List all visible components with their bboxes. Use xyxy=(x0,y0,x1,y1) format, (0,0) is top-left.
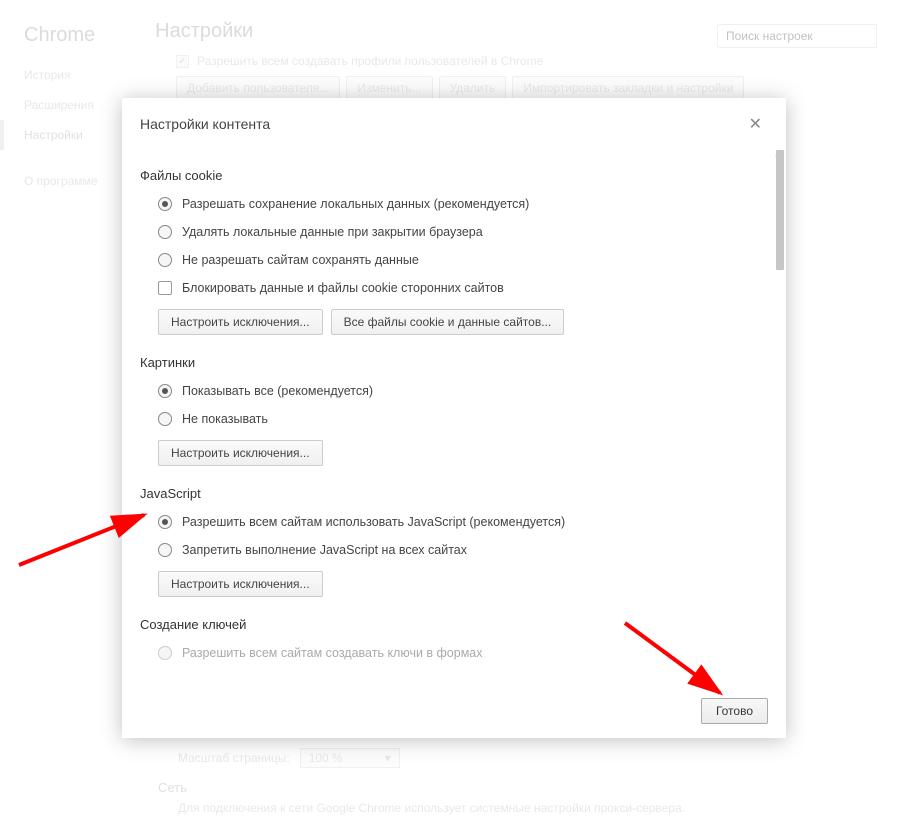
javascript-exceptions-button[interactable]: Настроить исключения... xyxy=(158,571,323,597)
cookies-opt-block[interactable]: Не разрешать сайтам сохранять данные xyxy=(158,253,754,267)
section-images: Картинки Показывать все (рекомендуется) … xyxy=(140,355,754,466)
images-exceptions-button[interactable]: Настроить исключения... xyxy=(158,440,323,466)
scroll-down-icon[interactable]: ▾ xyxy=(772,686,784,688)
checkbox-icon xyxy=(158,281,172,295)
keys-opt-allow-label: Разрешить всем сайтам создавать ключи в … xyxy=(182,646,483,660)
chevron-down-icon: ▾ xyxy=(385,751,391,765)
network-heading: Сеть xyxy=(158,780,877,795)
radio-icon xyxy=(158,197,172,211)
cookies-opt-delete-on-close[interactable]: Удалять локальные данные при закрытии бр… xyxy=(158,225,754,239)
cookies-block-third-party[interactable]: Блокировать данные и файлы cookie сторон… xyxy=(158,281,754,295)
radio-icon xyxy=(158,515,172,529)
radio-icon xyxy=(158,412,172,426)
modal-scrollbar[interactable]: ▴ ▾ xyxy=(772,150,784,688)
keys-opt-allow[interactable]: Разрешить всем сайтам создавать ключи в … xyxy=(158,646,754,660)
images-opt-show-all[interactable]: Показывать все (рекомендуется) xyxy=(158,384,754,398)
keys-heading: Создание ключей xyxy=(140,617,754,632)
bg-users-section: Разрешить всем создавать профили пользов… xyxy=(176,54,877,100)
radio-icon xyxy=(158,543,172,557)
section-cookies: Файлы cookie Разрешать сохранение локаль… xyxy=(140,168,754,335)
javascript-opt-block[interactable]: Запретить выполнение JavaScript на всех … xyxy=(158,543,754,557)
javascript-opt-block-label: Запретить выполнение JavaScript на всех … xyxy=(182,543,467,557)
cookies-heading: Файлы cookie xyxy=(140,168,754,183)
images-opt-hide[interactable]: Не показывать xyxy=(158,412,754,426)
content-settings-modal: Настройки контента ✕ Файлы cookie Разреш… xyxy=(122,98,786,738)
scrollbar-thumb[interactable] xyxy=(776,150,784,270)
cookies-opt-allow[interactable]: Разрешать сохранение локальных данных (р… xyxy=(158,197,754,211)
zoom-value: 100 % xyxy=(309,751,343,765)
javascript-heading: JavaScript xyxy=(140,486,754,501)
page-title: Настройки xyxy=(155,20,717,43)
cookies-opt-delete-label: Удалять локальные данные при закрытии бр… xyxy=(182,225,483,239)
allow-profiles-checkbox[interactable] xyxy=(176,55,189,68)
javascript-opt-allow-label: Разрешить всем сайтам использовать JavaS… xyxy=(182,515,565,529)
cookies-block-third-label: Блокировать данные и файлы cookie сторон… xyxy=(182,281,504,295)
radio-icon xyxy=(158,253,172,267)
images-opt-show-label: Показывать все (рекомендуется) xyxy=(182,384,373,398)
allow-profiles-label: Разрешить всем создавать профили пользов… xyxy=(197,54,543,68)
bg-lower-content: Масштаб страницы: 100 % ▾ Сеть Для подкл… xyxy=(158,748,877,815)
javascript-opt-allow[interactable]: Разрешить всем сайтам использовать JavaS… xyxy=(158,515,754,529)
modal-title: Настройки контента xyxy=(140,116,743,132)
search-settings-input[interactable] xyxy=(717,24,877,48)
import-bookmarks-button[interactable]: Импортировать закладки и настройки xyxy=(512,76,744,100)
modal-body: Файлы cookie Разрешать сохранение локаль… xyxy=(122,146,786,688)
cookies-opt-allow-label: Разрешать сохранение локальных данных (р… xyxy=(182,197,529,211)
radio-icon xyxy=(158,384,172,398)
radio-icon xyxy=(158,646,172,660)
zoom-select[interactable]: 100 % ▾ xyxy=(300,748,400,768)
cookies-opt-block-label: Не разрешать сайтам сохранять данные xyxy=(182,253,419,267)
network-description: Для подключения к сети Google Chrome исп… xyxy=(178,801,877,815)
cookies-all-data-button[interactable]: Все файлы cookie и данные сайтов... xyxy=(331,309,565,335)
images-heading: Картинки xyxy=(140,355,754,370)
close-icon[interactable]: ✕ xyxy=(743,112,768,136)
section-javascript: JavaScript Разрешить всем сайтам использ… xyxy=(140,486,754,597)
images-opt-hide-label: Не показывать xyxy=(182,412,268,426)
add-user-button[interactable]: Добавить пользователя... xyxy=(176,76,340,100)
app-name: Chrome xyxy=(24,24,95,47)
radio-icon xyxy=(158,225,172,239)
edit-user-button[interactable]: Изменить... xyxy=(346,76,432,100)
section-keys: Создание ключей Разрешить всем сайтам со… xyxy=(140,617,754,660)
done-button[interactable]: Готово xyxy=(701,698,768,724)
sidebar-item-history[interactable]: История xyxy=(24,60,144,90)
zoom-label: Масштаб страницы: xyxy=(178,751,290,765)
cookies-exceptions-button[interactable]: Настроить исключения... xyxy=(158,309,323,335)
delete-user-button[interactable]: Удалить xyxy=(439,76,507,100)
